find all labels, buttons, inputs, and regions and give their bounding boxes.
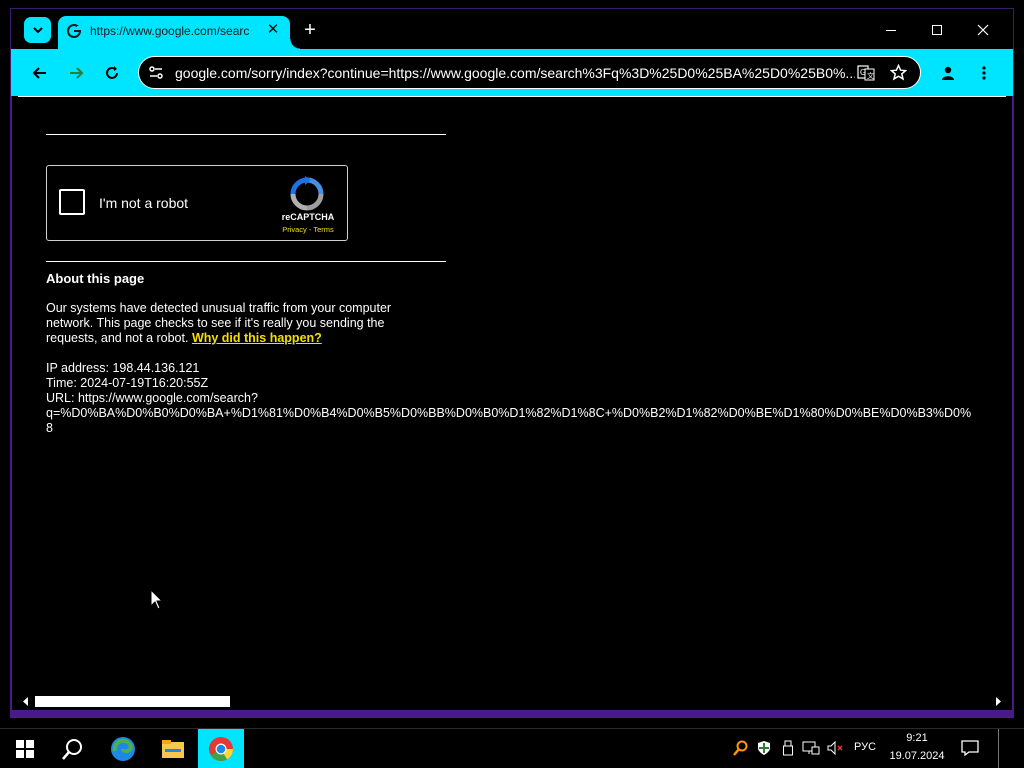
- windows-logo-icon: [16, 739, 34, 758]
- clock-time[interactable]: 9:21: [890, 732, 944, 744]
- scroll-left-icon[interactable]: [22, 697, 30, 706]
- reload-icon: [106, 66, 118, 79]
- close-window-button[interactable]: [968, 18, 998, 42]
- search-icon: [62, 738, 82, 760]
- clock-date[interactable]: 19.07.2024: [886, 750, 948, 762]
- request-time: Time: 2024-07-19T16:20:55Z: [46, 376, 209, 390]
- divider-top: [46, 134, 446, 135]
- address-bar-url: google.com/sorry/index?continue=https://…: [175, 65, 855, 81]
- page-content: I'm not a robot reCAPTCHA Privacy - Term…: [18, 97, 1006, 710]
- recaptcha-privacy-terms-link[interactable]: Privacy - Terms: [273, 225, 343, 234]
- screen: https://www.google.com/searc ✕ + google.…: [0, 0, 1024, 768]
- about-title: About this page: [46, 271, 145, 286]
- taskbar-edge[interactable]: [102, 729, 144, 768]
- notification-icon: [961, 740, 979, 756]
- svg-text:文: 文: [867, 71, 874, 80]
- scroll-right-icon[interactable]: [994, 697, 1002, 706]
- why-did-this-happen-link[interactable]: Why did this happen?: [192, 331, 322, 345]
- scrollbar-thumb[interactable]: [35, 696, 230, 707]
- site-settings-icon: [149, 66, 163, 79]
- recaptcha-logo-icon: [290, 176, 324, 211]
- close-icon: [977, 24, 989, 36]
- edge-icon: [111, 736, 135, 761]
- window-border-right: [1012, 96, 1014, 712]
- active-tab[interactable]: https://www.google.com/searc ✕: [58, 16, 300, 49]
- window-border-bottom: [10, 710, 1014, 718]
- arrow-left-icon: [32, 67, 46, 79]
- mouse-cursor-icon: [150, 589, 164, 610]
- request-url-line: q=%D0%BA%D0%B0%D0%BA+%D1%81%D0%B4%D0%B5%…: [46, 406, 972, 420]
- forward-button[interactable]: [64, 61, 88, 85]
- minimize-icon: [886, 30, 896, 31]
- arrow-right-icon: [70, 67, 84, 79]
- recaptcha-checkbox[interactable]: [59, 189, 85, 215]
- back-button[interactable]: [28, 61, 52, 85]
- maximize-button[interactable]: [922, 18, 952, 42]
- translate-icon[interactable]: G 文: [857, 65, 875, 81]
- taskbar-file-explorer[interactable]: [152, 729, 194, 768]
- tab-close-button[interactable]: ✕: [264, 21, 282, 39]
- person-icon: [942, 66, 954, 80]
- tab-search-button[interactable]: [24, 17, 51, 43]
- tray-volume-muted-icon[interactable]: [826, 738, 844, 758]
- reload-button[interactable]: [100, 61, 124, 85]
- new-tab-button[interactable]: +: [300, 20, 320, 40]
- tray-security-icon[interactable]: [755, 738, 773, 758]
- show-desktop-divider: [998, 729, 999, 768]
- tab-title: https://www.google.com/searc: [90, 24, 250, 38]
- google-favicon-icon: [67, 24, 82, 38]
- minimize-button[interactable]: [876, 18, 906, 42]
- start-button[interactable]: [6, 729, 44, 768]
- profile-button[interactable]: [936, 61, 960, 85]
- taskbar-search-button[interactable]: [52, 729, 92, 768]
- tray-search-app-icon[interactable]: [731, 738, 749, 758]
- taskbar-chrome[interactable]: [198, 729, 244, 768]
- recaptcha-widget: I'm not a robot reCAPTCHA Privacy - Term…: [46, 165, 348, 241]
- tray-network-icon[interactable]: [802, 738, 820, 758]
- address-bar[interactable]: google.com/sorry/index?continue=https://…: [138, 56, 921, 89]
- folder-icon: [162, 739, 184, 758]
- language-indicator[interactable]: РУС: [854, 741, 876, 753]
- chrome-icon: [209, 736, 233, 761]
- divider-bottom: [46, 261, 446, 262]
- about-text: Our systems have detected unusual traffi…: [46, 301, 426, 346]
- window-border-left: [10, 96, 12, 712]
- more-vertical-icon: [982, 66, 986, 80]
- chevron-down-icon: [32, 27, 43, 34]
- tray-usb-icon[interactable]: [779, 738, 797, 758]
- notification-center-button[interactable]: [960, 738, 980, 758]
- request-url-end: 8: [46, 421, 53, 435]
- recaptcha-brand: reCAPTCHA: [281, 212, 335, 222]
- recaptcha-label: I'm not a robot: [99, 195, 189, 211]
- request-url-label: URL: https://www.google.com/search?: [46, 391, 258, 405]
- ip-address: IP address: 198.44.136.121: [46, 361, 200, 375]
- menu-button[interactable]: [972, 61, 996, 85]
- bookmark-star-icon[interactable]: [890, 64, 907, 81]
- maximize-icon: [932, 25, 942, 35]
